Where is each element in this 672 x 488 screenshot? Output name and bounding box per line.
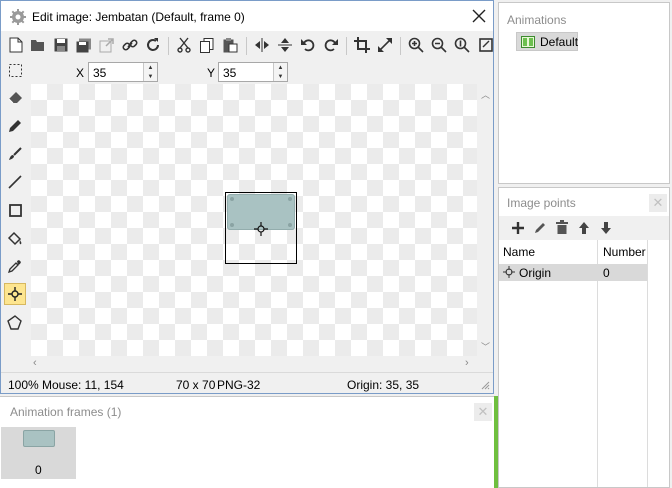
flip-horizontal-icon[interactable] (251, 34, 273, 56)
refresh-icon[interactable] (142, 34, 164, 56)
close-icon[interactable]: ✕ (649, 194, 667, 212)
scroll-left-icon[interactable]: ‹ (33, 357, 37, 369)
animation-frames-title: Animation frames (1) (10, 405, 122, 419)
image-editor-window: Edit image: Jembatan (Default, frame 0) … (0, 0, 494, 394)
polygon-tool[interactable] (4, 311, 26, 333)
paste-icon[interactable] (219, 34, 241, 56)
point-name: Origin (519, 266, 552, 280)
polygon-icon (7, 314, 23, 330)
y-stepper[interactable]: ▲ ▼ (273, 63, 287, 81)
select-tool[interactable] (4, 59, 26, 81)
x-label: X (76, 66, 85, 80)
y-field[interactable]: 35 ▲ ▼ (218, 62, 288, 82)
rectangle-tool[interactable] (4, 199, 26, 221)
close-window-icon[interactable] (472, 9, 486, 23)
eyedropper-icon (8, 259, 22, 273)
column-header-number[interactable]: Number (603, 245, 646, 259)
flip-vertical-icon[interactable] (274, 34, 296, 56)
resize-grip-icon[interactable] (481, 381, 490, 390)
crop-icon[interactable] (351, 34, 373, 56)
zoom-out-icon[interactable] (428, 34, 450, 56)
app-gear-icon (10, 9, 26, 25)
fullscreen-icon[interactable] (477, 34, 493, 56)
image-canvas[interactable] (31, 84, 477, 356)
scroll-down-icon[interactable]: ﹀ (481, 340, 490, 353)
frame-thumbnail[interactable]: 0 (1, 427, 76, 479)
frame-image (23, 430, 55, 447)
zoom-fit-icon[interactable] (451, 34, 473, 56)
origin-point-icon (503, 266, 515, 278)
column-header-name[interactable]: Name (503, 245, 535, 259)
animations-panel: Animations Default (498, 2, 670, 184)
image-points-toolbar (499, 216, 669, 240)
x-field[interactable]: 35 ▲ ▼ (88, 62, 158, 82)
animations-title: Animations (507, 13, 567, 27)
save-icon[interactable] (50, 34, 72, 56)
rotate-right-icon[interactable] (320, 34, 342, 56)
animation-frames-panel: Animation frames (1) ✕ 0 (0, 396, 494, 488)
zoom-in-icon[interactable] (405, 34, 427, 56)
new-icon[interactable] (5, 34, 27, 56)
film-icon (521, 35, 535, 48)
rectangle-icon (8, 203, 22, 217)
pencil-tool[interactable] (4, 115, 26, 137)
move-down-icon[interactable] (600, 221, 612, 235)
eyedropper-tool[interactable] (4, 255, 26, 277)
scroll-up-icon[interactable]: ︿ (481, 88, 490, 101)
add-point-icon[interactable] (511, 221, 525, 235)
origin-marker-icon[interactable] (254, 222, 268, 236)
edit-point-icon[interactable] (533, 221, 547, 235)
room-background (494, 396, 498, 488)
table-row[interactable]: Origin 0 (499, 264, 647, 281)
close-icon[interactable]: ✕ (474, 403, 492, 421)
animation-item-label: Default (540, 34, 579, 49)
animation-item-default[interactable]: Default (516, 32, 578, 51)
status-format: PNG-32 (217, 378, 261, 392)
image-points-title: Image points (507, 196, 576, 210)
status-size: 70 x 70 (176, 378, 216, 392)
eraser-tool[interactable] (4, 86, 26, 108)
status-zoom: 100% (8, 378, 39, 392)
status-mouse: Mouse: 11, 154 (42, 378, 124, 392)
origin-point-icon (8, 287, 22, 301)
brush-tool[interactable] (4, 143, 26, 165)
open-icon[interactable] (27, 34, 49, 56)
y-label: Y (207, 66, 216, 80)
status-origin: Origin: 35, 35 (347, 378, 420, 392)
move-up-icon[interactable] (578, 221, 590, 235)
link-icon[interactable] (119, 34, 141, 56)
cut-icon[interactable] (173, 34, 195, 56)
point-number: 0 (603, 266, 610, 280)
select-icon (8, 63, 22, 77)
horizontal-scrollbar[interactable]: ‹ › (31, 357, 477, 371)
x-stepper[interactable]: ▲ ▼ (143, 63, 157, 81)
image-points-table: Name Number Origin 0 (499, 240, 669, 487)
x-value: 35 (93, 66, 107, 80)
frame-label: 0 (35, 463, 42, 477)
eraser-icon (8, 90, 23, 104)
title-bar[interactable]: Edit image: Jembatan (Default, frame 0) (1, 1, 493, 31)
brush-icon (8, 147, 22, 161)
line-tool[interactable] (4, 171, 26, 193)
origin-tool[interactable] (4, 283, 26, 305)
vertical-scrollbar[interactable]: ︿ ﹀ (478, 84, 492, 356)
resize-icon[interactable] (374, 34, 396, 56)
copy-icon[interactable] (196, 34, 218, 56)
fill-tool[interactable] (4, 227, 26, 249)
save-copy-icon[interactable] (73, 34, 95, 56)
delete-point-icon[interactable] (555, 220, 569, 235)
fill-icon (7, 231, 23, 246)
rotate-left-icon[interactable] (297, 34, 319, 56)
export-icon[interactable] (96, 34, 118, 56)
pencil-icon (8, 119, 22, 133)
scroll-right-icon[interactable]: › (465, 357, 469, 369)
y-value: 35 (223, 66, 237, 80)
line-icon (8, 175, 22, 189)
window-title: Edit image: Jembatan (Default, frame 0) (32, 10, 245, 24)
